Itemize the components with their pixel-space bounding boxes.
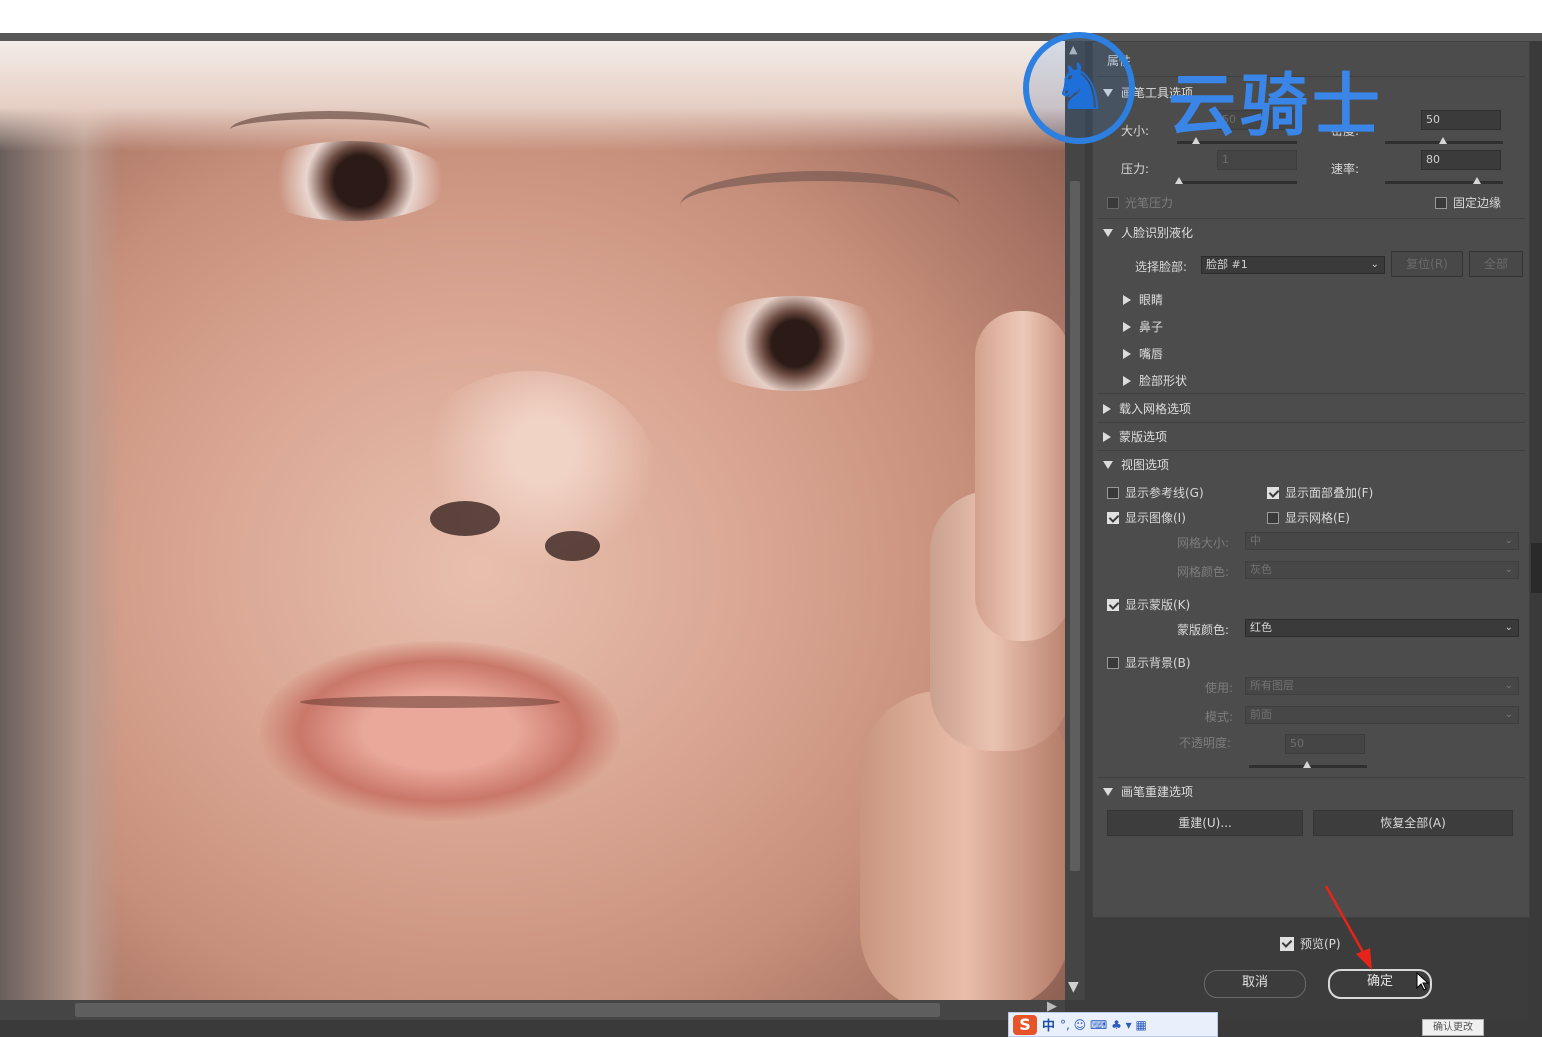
slider-handle-icon[interactable] bbox=[1303, 761, 1311, 768]
chevron-down-icon: ⌄ bbox=[1504, 680, 1513, 691]
image-canvas[interactable] bbox=[0, 41, 1065, 1000]
mesh-size-dropdown[interactable]: 中 ⌄ bbox=[1245, 532, 1519, 550]
mask-color-label: 蒙版颜色: bbox=[1177, 623, 1230, 637]
expand-arrow-icon bbox=[1123, 321, 1131, 332]
opacity-field[interactable]: 50 bbox=[1285, 734, 1365, 754]
chevron-down-icon: ⌄ bbox=[1504, 622, 1513, 633]
face-item-eyes[interactable]: 眼睛 bbox=[1123, 291, 1163, 308]
view-options-section[interactable]: 视图选项 bbox=[1103, 456, 1169, 473]
show-face-overlay-checkbox[interactable]: 显示面部叠加(F) bbox=[1267, 484, 1373, 501]
brush-reconstruct-section[interactable]: 画笔重建选项 bbox=[1103, 783, 1193, 800]
expand-arrow-icon bbox=[1123, 294, 1131, 305]
show-mask-checkbox[interactable]: 显示蒙版(K) bbox=[1107, 596, 1190, 613]
collapse-arrow-icon bbox=[1103, 787, 1113, 796]
show-guides-checkbox[interactable]: 显示参考线(G) bbox=[1107, 484, 1204, 501]
select-face-dropdown[interactable]: 脸部 #1 ⌄ bbox=[1201, 256, 1385, 274]
show-mesh-checkbox[interactable]: 显示网格(E) bbox=[1267, 509, 1350, 526]
scroll-down-arrow-icon[interactable]: ▼ bbox=[1068, 979, 1079, 995]
pressure-label: 压力: bbox=[1121, 162, 1150, 176]
mode-dropdown[interactable]: 前面 ⌄ bbox=[1245, 706, 1519, 724]
opacity-label: 不透明度: bbox=[1179, 736, 1232, 750]
collapse-arrow-icon bbox=[1103, 228, 1113, 237]
photo-eye-left bbox=[250, 141, 450, 221]
horizontal-scrollbar[interactable]: ▶ bbox=[0, 999, 1065, 1020]
mesh-color-label: 网格颜色: bbox=[1177, 565, 1230, 579]
liquify-window: ▲ ▼ ▶ 属性 画笔工具选项 大小: 50 密度: 50 压力: 1 速率: … bbox=[0, 33, 1542, 1037]
pressure-slider[interactable] bbox=[1175, 177, 1297, 184]
slider-handle-icon[interactable] bbox=[1175, 177, 1183, 184]
expand-arrow-icon bbox=[1103, 403, 1111, 414]
face-item-face-shape[interactable]: 脸部形状 bbox=[1123, 372, 1187, 389]
expand-arrow-icon bbox=[1123, 375, 1131, 386]
chevron-down-icon: ⌄ bbox=[1504, 535, 1513, 546]
watermark-logo: ♞ 云骑士 bbox=[1018, 20, 1458, 160]
opacity-slider[interactable] bbox=[1249, 761, 1367, 768]
chevron-down-icon: ⌄ bbox=[1370, 259, 1379, 270]
use-dropdown[interactable]: 所有图层 ⌄ bbox=[1245, 677, 1519, 695]
show-image-checkbox[interactable]: 显示图像(I) bbox=[1107, 509, 1186, 526]
mode-label: 模式: bbox=[1205, 710, 1234, 724]
right-edge-bar bbox=[1528, 41, 1542, 1031]
vertical-scroll-thumb[interactable] bbox=[1070, 181, 1080, 871]
reset-button[interactable]: 复位(R) bbox=[1391, 251, 1463, 277]
watermark-text: 云骑士 bbox=[1168, 67, 1385, 146]
load-mesh-section[interactable]: 载入网格选项 bbox=[1103, 400, 1191, 417]
ime-toolbar[interactable]: S 中 °, ☺ ⌨ ♣ ▾ ▦ bbox=[1008, 1012, 1218, 1037]
photo-nose bbox=[400, 371, 660, 601]
chevron-down-icon: ⌄ bbox=[1504, 564, 1513, 575]
face-aware-liquify-section[interactable]: 人脸识别液化 bbox=[1103, 224, 1193, 241]
pin-edges-checkbox[interactable]: 固定边缘 bbox=[1435, 194, 1501, 211]
restore-all-button[interactable]: 恢复全部(A) bbox=[1313, 810, 1513, 836]
vertical-scrollbar[interactable]: ▲ ▼ bbox=[1065, 41, 1085, 1000]
confirm-changes-tooltip: 确认更改 bbox=[1422, 1019, 1484, 1036]
mesh-size-label: 网格大小: bbox=[1177, 536, 1230, 550]
ime-language-toggle[interactable]: 中 bbox=[1042, 1015, 1055, 1034]
mouse-cursor-icon bbox=[1416, 972, 1430, 991]
ime-tool-icons[interactable]: °, ☺ ⌨ ♣ ▾ ▦ bbox=[1060, 1018, 1147, 1032]
expand-arrow-icon bbox=[1103, 431, 1111, 442]
face-item-nose[interactable]: 鼻子 bbox=[1123, 318, 1163, 335]
mask-options-section[interactable]: 蒙版选项 bbox=[1103, 428, 1167, 445]
stylus-pressure-checkbox[interactable]: 光笔压力 bbox=[1107, 194, 1173, 211]
knight-horse-logo-icon: ♞ bbox=[1051, 51, 1109, 125]
photo-lips bbox=[260, 641, 620, 821]
reconstruct-button[interactable]: 重建(U)... bbox=[1107, 810, 1303, 836]
slider-handle-icon[interactable] bbox=[1473, 177, 1481, 184]
photo-eye-right bbox=[690, 296, 900, 391]
cancel-button[interactable]: 取消 bbox=[1204, 970, 1306, 998]
horizontal-scroll-thumb[interactable] bbox=[75, 1003, 940, 1017]
red-arrow-annotation-icon bbox=[1324, 885, 1372, 970]
mask-color-dropdown[interactable]: 红色 ⌄ bbox=[1245, 619, 1519, 637]
use-label: 使用: bbox=[1205, 681, 1234, 695]
show-backdrop-checkbox[interactable]: 显示背景(B) bbox=[1107, 654, 1191, 671]
panel-collapse-tab[interactable] bbox=[1531, 543, 1542, 593]
taskbar bbox=[0, 1020, 1542, 1037]
sogou-logo-icon[interactable]: S bbox=[1013, 1014, 1037, 1035]
expand-arrow-icon bbox=[1123, 348, 1131, 359]
select-face-label: 选择脸部: bbox=[1135, 260, 1188, 274]
chevron-down-icon: ⌄ bbox=[1504, 709, 1513, 720]
all-button[interactable]: 全部 bbox=[1469, 251, 1523, 277]
mesh-color-dropdown[interactable]: 灰色 ⌄ bbox=[1245, 561, 1519, 579]
face-item-mouth[interactable]: 嘴唇 bbox=[1123, 345, 1163, 362]
collapse-arrow-icon bbox=[1103, 460, 1113, 469]
rate-label: 速率: bbox=[1331, 162, 1360, 176]
properties-panel: 属性 画笔工具选项 大小: 50 密度: 50 压力: 1 速率: 80 光笔压… bbox=[1092, 41, 1530, 918]
rate-slider[interactable] bbox=[1385, 177, 1503, 184]
